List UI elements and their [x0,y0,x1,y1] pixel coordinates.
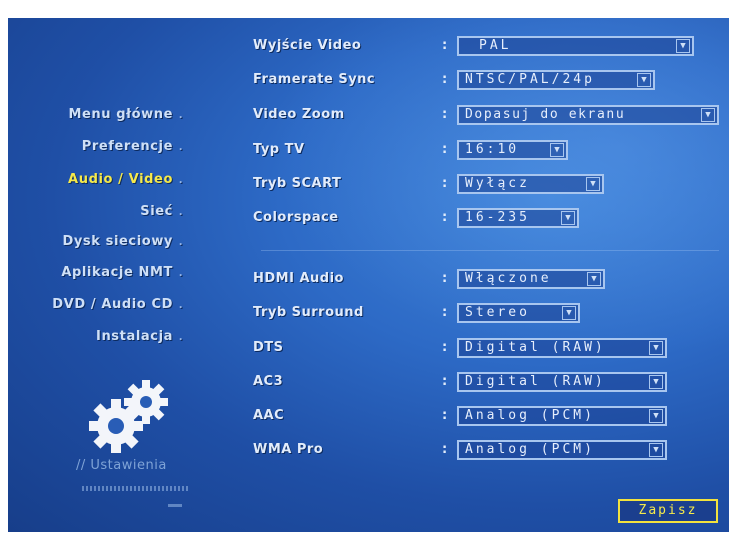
dropdown-arrow-icon: ▼ [586,177,600,191]
label-wma-pro: WMA Pro [253,442,324,457]
menu-item-siec[interactable]: Sieć. [140,204,186,219]
select-dts[interactable]: Digital (RAW) ▼ [457,338,667,358]
label-tryb-surround: Tryb Surround [253,305,364,320]
select-ac3[interactable]: Digital (RAW) ▼ [457,372,667,392]
separator-colon: : [442,305,448,320]
dropdown-arrow-icon: ▼ [587,272,601,286]
dropdown-arrow-icon: ▼ [550,143,564,157]
select-wma-pro[interactable]: Analog (PCM) ▼ [457,440,667,460]
separator-colon: : [442,374,448,389]
label-ac3: AC3 [253,374,284,389]
label-video-zoom: Video Zoom [253,107,345,122]
decorative-small-text [168,504,182,507]
separator-colon: : [442,176,448,191]
divider [261,250,719,251]
menu-bullet: . [178,207,184,218]
select-aac[interactable]: Analog (PCM) ▼ [457,406,667,426]
select-wyjscie-video[interactable]: PAL ▼ [457,36,694,56]
dropdown-arrow-icon: ▼ [649,375,663,389]
separator-colon: : [442,142,448,157]
label-tryb-scart: Tryb SCART [253,176,342,191]
section-title: // Ustawienia [76,458,167,473]
menu-bullet: . [178,142,184,153]
separator-colon: : [442,107,448,122]
separator-colon: : [442,210,448,225]
dropdown-arrow-icon: ▼ [649,341,663,355]
select-tryb-surround[interactable]: Stereo ▼ [457,303,580,323]
menu-item-preferencje[interactable]: Preferencje. [82,139,186,154]
menu-item-dvd-audio-cd[interactable]: DVD / Audio CD. [52,297,186,312]
menu-item-dysk-sieciowy[interactable]: Dysk sieciowy. [62,234,186,249]
dropdown-arrow-icon: ▼ [561,211,575,225]
separator-colon: : [442,72,448,87]
dropdown-arrow-icon: ▼ [701,108,715,122]
dropdown-arrow-icon: ▼ [649,409,663,423]
select-hdmi-audio[interactable]: Włączone ▼ [457,269,605,289]
separator-colon: : [442,271,448,286]
label-hdmi-audio: HDMI Audio [253,271,344,286]
menu-item-audio-video[interactable]: Audio / Video. [68,172,186,187]
select-tryb-scart[interactable]: Wyłącz ▼ [457,174,604,194]
menu-item-aplikacje-nmt[interactable]: Aplikacje NMT. [61,265,186,280]
label-aac: AAC [253,408,285,423]
dropdown-arrow-icon: ▼ [676,39,690,53]
menu-bullet: . [178,237,184,248]
decorative-small-text [82,486,190,491]
select-framerate-sync[interactable]: NTSC/PAL/24p ▼ [457,70,655,90]
label-dts: DTS [253,340,284,355]
settings-screen: Menu główne. Preferencje. Audio / Video.… [8,18,729,532]
separator-colon: : [442,38,448,53]
dropdown-arrow-icon: ▼ [562,306,576,320]
save-button[interactable]: Zapisz [618,499,718,523]
gears-icon [89,380,168,453]
label-framerate-sync: Framerate Sync [253,72,376,87]
select-typ-tv[interactable]: 16:10 ▼ [457,140,568,160]
menu-item-menu-glowne[interactable]: Menu główne. [68,107,186,122]
separator-colon: : [442,408,448,423]
label-wyjscie-video: Wyjście Video [253,38,362,53]
separator-colon: : [442,340,448,355]
dropdown-arrow-icon: ▼ [637,73,651,87]
menu-bullet: . [178,268,184,279]
dropdown-arrow-icon: ▼ [649,443,663,457]
menu-bullet: . [178,300,184,311]
menu-item-instalacja[interactable]: Instalacja. [96,329,186,344]
menu-bullet: . [178,175,184,186]
select-colorspace[interactable]: 16-235 ▼ [457,208,579,228]
menu-bullet: . [178,332,184,343]
select-video-zoom[interactable]: Dopasuj do ekranu ▼ [457,105,719,125]
separator-colon: : [442,442,448,457]
label-colorspace: Colorspace [253,210,339,225]
label-typ-tv: Typ TV [253,142,305,157]
menu-bullet: . [178,110,184,121]
